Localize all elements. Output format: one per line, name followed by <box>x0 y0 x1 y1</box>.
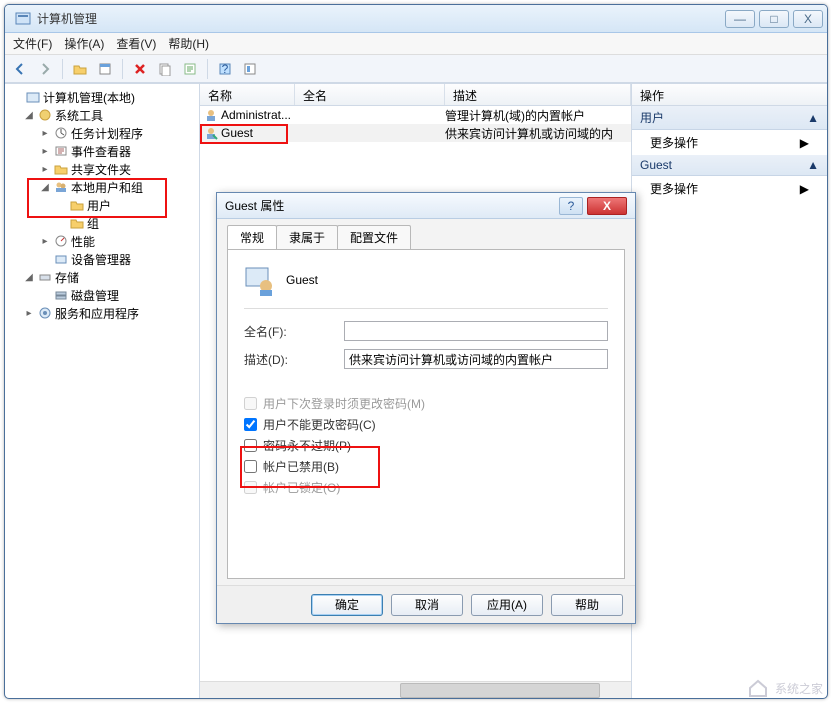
window-title: 计算机管理 <box>37 10 725 27</box>
menu-action[interactable]: 操作(A) <box>64 35 104 52</box>
dialog-close-button[interactable]: X <box>587 197 627 215</box>
actions-pane: 操作 用户▲ 更多操作▶ Guest▲ 更多操作▶ <box>632 84 827 698</box>
tree-task-scheduler[interactable]: ▸任务计划程序 <box>7 124 197 142</box>
list-header: 名称 全名 描述 <box>200 84 631 106</box>
dialog-help-button[interactable]: ? <box>559 197 583 215</box>
actions-more-1[interactable]: 更多操作▶ <box>632 130 827 155</box>
app-icon <box>15 11 31 27</box>
checkbox-mustchange: 用户下次登录时须更改密码(M) <box>244 395 608 412</box>
titlebar[interactable]: 计算机管理 — □ X <box>5 5 827 33</box>
checkbox-disabled[interactable]: 帐户已禁用(B) <box>244 458 608 475</box>
list-row[interactable]: Administrat... 管理计算机(域)的内置帐户 <box>200 106 631 124</box>
properties-button[interactable] <box>94 58 116 80</box>
ok-button[interactable]: 确定 <box>311 594 383 616</box>
dialog-title: Guest 属性 <box>225 197 559 214</box>
help-button[interactable]: 帮助 <box>551 594 623 616</box>
username-label: Guest <box>286 273 318 287</box>
checkbox-neverexpire[interactable]: 密码永不过期(P) <box>244 437 608 454</box>
collapse-icon: ▲ <box>807 158 819 172</box>
tree-users[interactable]: 用户 <box>7 196 197 214</box>
tab-strip: 常规 隶属于 配置文件 <box>227 225 625 249</box>
tree-groups[interactable]: 组 <box>7 214 197 232</box>
apply-button[interactable]: 应用(A) <box>471 594 543 616</box>
properties-dialog[interactable]: Guest 属性 ? X 常规 隶属于 配置文件 Guest 全名(F): 描述… <box>216 192 636 624</box>
tab-panel-general: Guest 全名(F): 描述(D): 用户下次登录时须更改密码(M) 用户不能… <box>227 249 625 579</box>
menu-help[interactable]: 帮助(H) <box>168 35 209 52</box>
horizontal-scrollbar[interactable] <box>200 681 631 698</box>
col-fullname[interactable]: 全名 <box>295 84 445 105</box>
tab-memberof[interactable]: 隶属于 <box>276 225 338 249</box>
tab-general[interactable]: 常规 <box>227 225 277 249</box>
tree-storage[interactable]: ◢存储 <box>7 268 197 286</box>
actions-section-guest[interactable]: Guest▲ <box>632 155 827 176</box>
tree-device-manager[interactable]: 设备管理器 <box>7 250 197 268</box>
minimize-button[interactable]: — <box>725 10 755 28</box>
dialog-body: 常规 隶属于 配置文件 Guest 全名(F): 描述(D): 用户下次登录时须… <box>217 219 635 585</box>
tree-disk-mgmt[interactable]: 磁盘管理 <box>7 286 197 304</box>
desc-label: 描述(D): <box>244 351 344 368</box>
menubar: 文件(F) 操作(A) 查看(V) 帮助(H) <box>5 33 827 55</box>
actions-header: 操作 <box>632 84 827 106</box>
fullname-label: 全名(F): <box>244 323 344 340</box>
back-button[interactable] <box>9 58 31 80</box>
chevron-right-icon: ▶ <box>800 136 809 150</box>
watermark: 系统之家 <box>747 677 823 699</box>
maximize-button[interactable]: □ <box>759 10 789 28</box>
toolbar: ? <box>5 55 827 83</box>
chevron-right-icon: ▶ <box>800 182 809 196</box>
up-button[interactable] <box>69 58 91 80</box>
actions-section-users[interactable]: 用户▲ <box>632 106 827 130</box>
tree-services-apps[interactable]: ▸服务和应用程序 <box>7 304 197 322</box>
user-icon <box>244 264 276 296</box>
collapse-icon: ▲ <box>807 111 819 125</box>
close-button[interactable]: X <box>793 10 823 28</box>
menu-view[interactable]: 查看(V) <box>116 35 156 52</box>
delete-button[interactable] <box>129 58 151 80</box>
checkbox-locked: 帐户已锁定(O) <box>244 479 608 496</box>
svg-text:?: ? <box>222 62 229 76</box>
menu-file[interactable]: 文件(F) <box>13 35 52 52</box>
tab-profile[interactable]: 配置文件 <box>337 225 411 249</box>
cancel-button[interactable]: 取消 <box>391 594 463 616</box>
tree-event-viewer[interactable]: ▸事件查看器 <box>7 142 197 160</box>
dialog-titlebar[interactable]: Guest 属性 ? X <box>217 193 635 219</box>
checkbox-cantchange[interactable]: 用户不能更改密码(C) <box>244 416 608 433</box>
tree-performance[interactable]: ▸性能 <box>7 232 197 250</box>
tree-local-users-groups[interactable]: ◢本地用户和组 <box>7 178 197 196</box>
tree-shared-folders[interactable]: ▸共享文件夹 <box>7 160 197 178</box>
desc-input[interactable] <box>344 349 608 369</box>
nav-tree[interactable]: 计算机管理(本地) ◢系统工具 ▸任务计划程序 ▸事件查看器 ▸共享文件夹 ◢本… <box>5 84 200 698</box>
export-button[interactable] <box>179 58 201 80</box>
tree-system-tools[interactable]: ◢系统工具 <box>7 106 197 124</box>
refresh-button[interactable] <box>239 58 261 80</box>
help-icon[interactable]: ? <box>214 58 236 80</box>
fullname-input[interactable] <box>344 321 608 341</box>
tree-root[interactable]: 计算机管理(本地) <box>7 88 197 106</box>
forward-button[interactable] <box>34 58 56 80</box>
col-name[interactable]: 名称 <box>200 84 295 105</box>
col-desc[interactable]: 描述 <box>445 84 631 105</box>
copy-button[interactable] <box>154 58 176 80</box>
list-body: Administrat... 管理计算机(域)的内置帐户 Guest 供来宾访问… <box>200 106 631 142</box>
list-row[interactable]: Guest 供来宾访问计算机或访问域的内 <box>200 124 631 142</box>
actions-more-2[interactable]: 更多操作▶ <box>632 176 827 201</box>
dialog-buttons: 确定 取消 应用(A) 帮助 <box>217 585 635 623</box>
